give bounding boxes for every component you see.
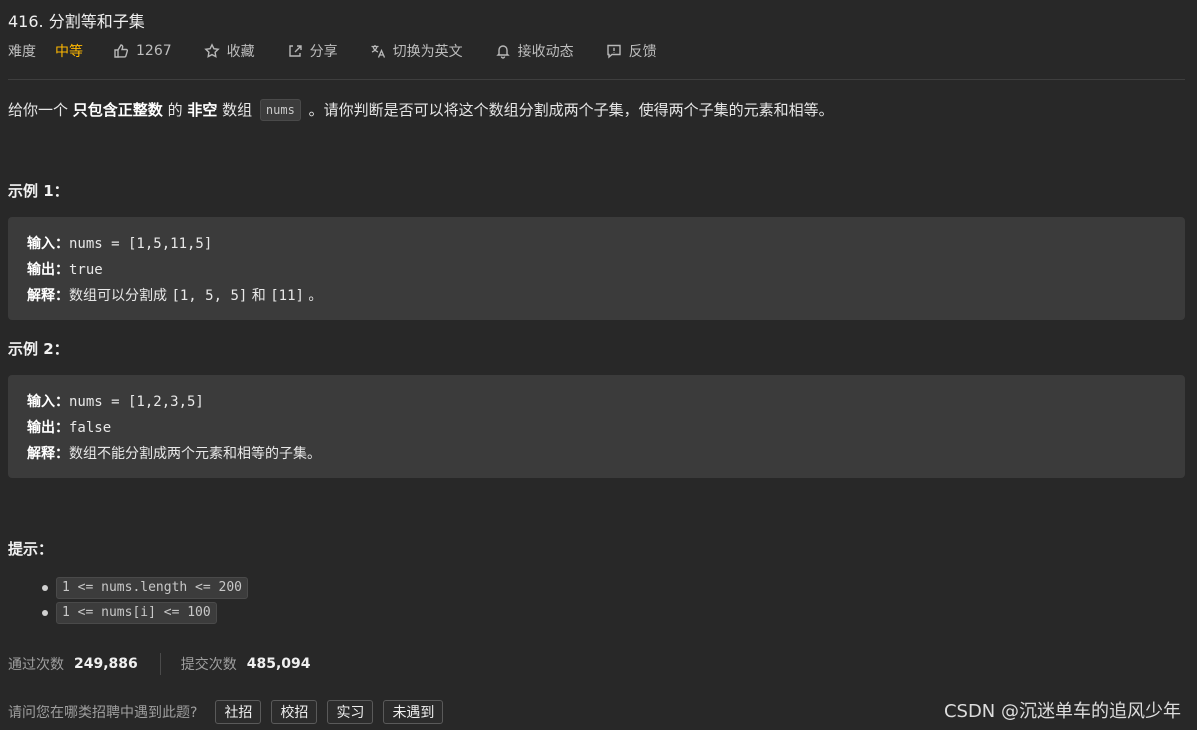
explain-code: [1, 5, 5] <box>171 288 248 304</box>
hint-code: 1 <= nums[i] <= 100 <box>56 601 217 624</box>
difficulty-badge: 中等 <box>55 44 83 60</box>
explain-label: 解释： <box>27 446 69 462</box>
output-value: false <box>69 420 112 436</box>
difficulty: 难度 中等 <box>8 41 83 61</box>
example-2-input: 输入：nums = [1,2,3,5] <box>27 389 1166 415</box>
input-label: 输入： <box>27 394 69 410</box>
desc-text: 。请你判断是否可以将这个数组分割成两个子集，使得两个子集的元素和相等。 <box>303 101 834 119</box>
like-count: 1267 <box>136 43 172 59</box>
output-value: true <box>69 262 103 278</box>
thumbs-up-icon <box>113 43 129 59</box>
star-icon <box>203 43 220 59</box>
explain-text: 数组不能分割成两个元素和相等的子集。 <box>69 446 321 462</box>
share-label: 分享 <box>309 44 338 60</box>
tag-social-recruit-button[interactable]: 社招 <box>215 700 262 724</box>
subscribe-button[interactable]: 接收动态 <box>495 41 574 61</box>
problem-meta-bar: 难度 中等 1267 收藏 分享 切换为英文 接收动态 反馈 <box>8 40 689 62</box>
submitted-count: 485,094 <box>246 656 311 672</box>
difficulty-label: 难度 <box>8 44 36 60</box>
example-2-title: 示例 2： <box>8 340 69 358</box>
translate-icon <box>370 43 386 59</box>
output-label: 输出： <box>27 420 69 436</box>
accepted-count: 249,886 <box>74 656 138 672</box>
csdn-watermark: CSDN @沉迷单车的追风少年 <box>943 701 1181 722</box>
favorite-label: 收藏 <box>226 44 255 60</box>
hint-item: 1 <= nums.length <= 200 <box>42 575 251 600</box>
output-label: 输出： <box>27 262 69 278</box>
share-button[interactable]: 分享 <box>287 41 338 61</box>
example-1-explanation: 解释：数组可以分割成 [1, 5, 5] 和 [11] 。 <box>27 283 1166 309</box>
example-1-box: 输入：nums = [1,5,11,5] 输出：true 解释：数组可以分割成 … <box>8 217 1185 320</box>
desc-code-nums: nums <box>259 99 301 121</box>
stats-divider <box>159 653 161 675</box>
input-label: 输入： <box>27 236 69 252</box>
subscribe-label: 接收动态 <box>517 44 574 60</box>
explain-code: [11] <box>270 288 304 304</box>
feedback-label: 反馈 <box>628 44 657 60</box>
example-1-output: 输出：true <box>27 257 1166 283</box>
example-1-input: 输入：nums = [1,5,11,5] <box>27 231 1166 257</box>
example-2-explanation: 解释：数组不能分割成两个元素和相等的子集。 <box>27 441 1166 467</box>
translate-label: 切换为英文 <box>392 44 463 60</box>
hints-title: 提示： <box>8 540 54 558</box>
favorite-button[interactable]: 收藏 <box>203 41 255 61</box>
accepted-label: 通过次数 <box>8 657 64 673</box>
input-value: nums = [1,2,3,5] <box>69 394 204 410</box>
hint-item: 1 <= nums[i] <= 100 <box>42 600 251 625</box>
hints-list: 1 <= nums.length <= 200 1 <= nums[i] <= … <box>42 575 251 625</box>
header-divider <box>8 79 1185 80</box>
tag-not-encountered-button[interactable]: 未遇到 <box>383 700 444 724</box>
explain-text: 数组可以分割成 <box>69 288 172 304</box>
tag-internship-button[interactable]: 实习 <box>327 700 374 724</box>
interview-survey: 请问您在哪类招聘中遇到此题? 社招 校招 实习 未遇到 <box>8 699 453 725</box>
share-icon <box>287 43 303 59</box>
interview-question: 请问您在哪类招聘中遇到此题? <box>8 705 198 721</box>
bell-icon <box>495 43 511 59</box>
hint-code: 1 <= nums.length <= 200 <box>56 576 249 599</box>
explain-label: 解释： <box>27 288 69 304</box>
problem-description: 给你一个 只包含正整数 的 非空 数组 nums 。请你判断是否可以将这个数组分… <box>8 98 834 122</box>
desc-bold-nonempty: 非空 <box>187 101 218 119</box>
example-2-output: 输出：false <box>27 415 1166 441</box>
explain-text: 和 <box>247 288 271 304</box>
desc-bold-positive-integers: 只包含正整数 <box>72 101 163 119</box>
example-1-title: 示例 1： <box>8 182 69 200</box>
desc-text: 给你一个 <box>8 101 73 119</box>
example-2-box: 输入：nums = [1,2,3,5] 输出：false 解释：数组不能分割成两… <box>8 375 1185 478</box>
feedback-button[interactable]: 反馈 <box>606 41 657 61</box>
submission-stats: 通过次数 249,886 提交次数 485,094 <box>8 652 311 676</box>
tag-campus-recruit-button[interactable]: 校招 <box>271 700 318 724</box>
input-value: nums = [1,5,11,5] <box>69 236 213 252</box>
problem-title: 416. 分割等和子集 <box>8 12 145 31</box>
submitted-label: 提交次数 <box>180 657 237 673</box>
desc-text: 的 <box>162 101 188 119</box>
explain-text: 。 <box>303 288 323 304</box>
desc-text: 数组 <box>217 101 257 119</box>
translate-button[interactable]: 切换为英文 <box>370 41 463 61</box>
feedback-icon <box>606 43 622 59</box>
like-button[interactable]: 1267 <box>113 43 172 59</box>
